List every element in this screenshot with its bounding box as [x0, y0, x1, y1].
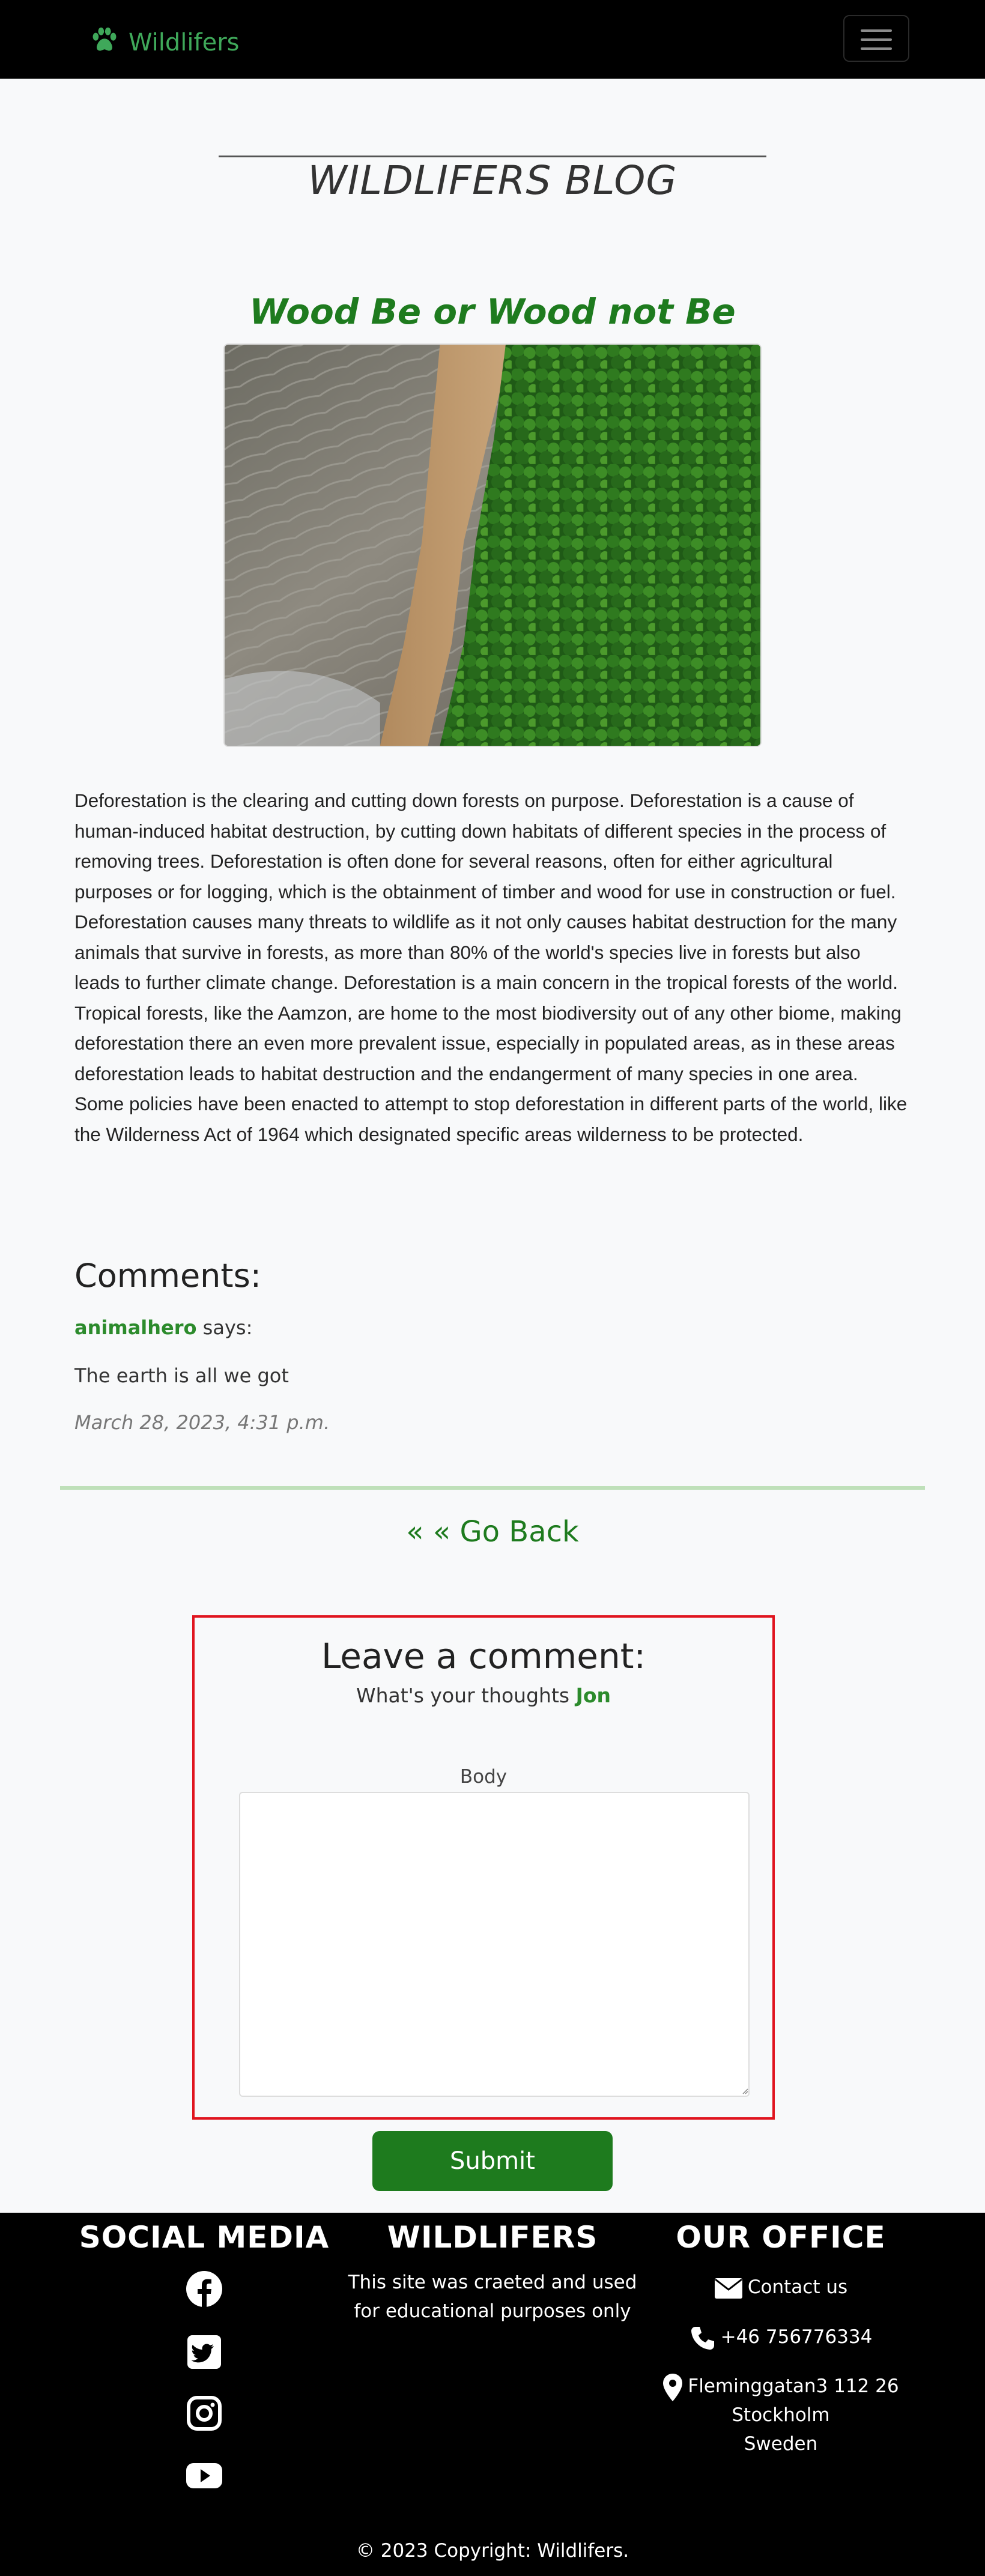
hamburger-menu-icon	[861, 29, 892, 32]
comment-prompt: What's your thoughts Jon	[195, 1684, 772, 1707]
current-username: Jon	[575, 1684, 611, 1707]
envelope-icon	[714, 2278, 742, 2299]
our-office-heading: OUR OFFICE	[676, 2220, 886, 2255]
navbar: Wildlifers	[0, 0, 985, 79]
post-body: Deforestation is the clearing and cuttin…	[74, 790, 908, 1145]
menu-toggle-button[interactable]	[843, 15, 909, 62]
youtube-icon[interactable]	[185, 2456, 223, 2494]
address-line-3: Sweden	[744, 2433, 818, 2455]
wildlifers-heading: WILDLIFERS	[387, 2220, 598, 2255]
about-text: This site was craeted and used for educa…	[348, 2272, 637, 2322]
comment-date: March 28, 2023, 4:31 p.m.	[74, 1411, 330, 1434]
comments-heading: Comments:	[74, 1257, 261, 1295]
page-title: WILDLIFERS BLOG	[308, 157, 677, 204]
comment-prompt-text: What's your thoughts	[356, 1684, 576, 1707]
comment-body: The earth is all we got	[74, 1364, 289, 1387]
phone-number: +46 756776334	[720, 2326, 873, 2348]
contact-label: Contact us	[747, 2276, 848, 2298]
phone-icon	[691, 2326, 714, 2350]
comment-author: animalhero	[74, 1316, 197, 1339]
copyright: © 2023 Copyright: Wildlifers.	[356, 2540, 629, 2562]
go-back-link[interactable]: « « Go Back	[0, 1515, 985, 1549]
brand-name: Wildlifers	[129, 29, 240, 56]
post-title: Wood Be or Wood not Be	[249, 291, 736, 332]
footer-about-column: WILDLIFERS This site was craeted and use…	[342, 2213, 643, 2326]
facebook-icon[interactable]	[185, 2270, 223, 2308]
resize-grip-icon[interactable]	[741, 2087, 748, 2094]
footer-social-column: SOCIAL MEDIA	[66, 2213, 342, 2488]
hamburger-line	[861, 38, 892, 41]
section-divider	[60, 1486, 925, 1490]
address-row: Fleminggatan3 112 26	[649, 2372, 913, 2402]
hamburger-line	[861, 47, 892, 50]
submit-button[interactable]: Submit	[372, 2131, 613, 2191]
social-media-heading: SOCIAL MEDIA	[79, 2220, 330, 2255]
twitter-icon[interactable]	[185, 2333, 223, 2371]
instagram-icon[interactable]	[185, 2394, 223, 2432]
body-label: Body	[459, 1766, 508, 1788]
brand-link[interactable]: Wildlifers	[89, 24, 240, 61]
footer: SOCIAL MEDIA WILDLIFERS This site was cr…	[0, 2213, 985, 2576]
contact-link[interactable]: Contact us	[649, 2273, 913, 2302]
map-pin-icon	[663, 2373, 683, 2401]
comment-author-line: animalhero says:	[74, 1316, 252, 1339]
phone-row: +46 756776334	[649, 2323, 913, 2351]
comment-says: says:	[196, 1316, 253, 1339]
post-image	[223, 343, 762, 747]
footer-office-column: OUR OFFICE Contact us +46 756776334 Flem…	[649, 2213, 913, 2455]
comment-body-textarea[interactable]	[239, 1792, 750, 2097]
address-line-1: Fleminggatan3 112 26	[688, 2375, 899, 2397]
leave-comment-heading: Leave a comment:	[321, 1636, 646, 1677]
paw-icon	[89, 24, 120, 61]
address-line-2: Stockholm	[732, 2404, 830, 2426]
comment-form: Leave a comment: What's your thoughts Jo…	[192, 1615, 775, 2120]
